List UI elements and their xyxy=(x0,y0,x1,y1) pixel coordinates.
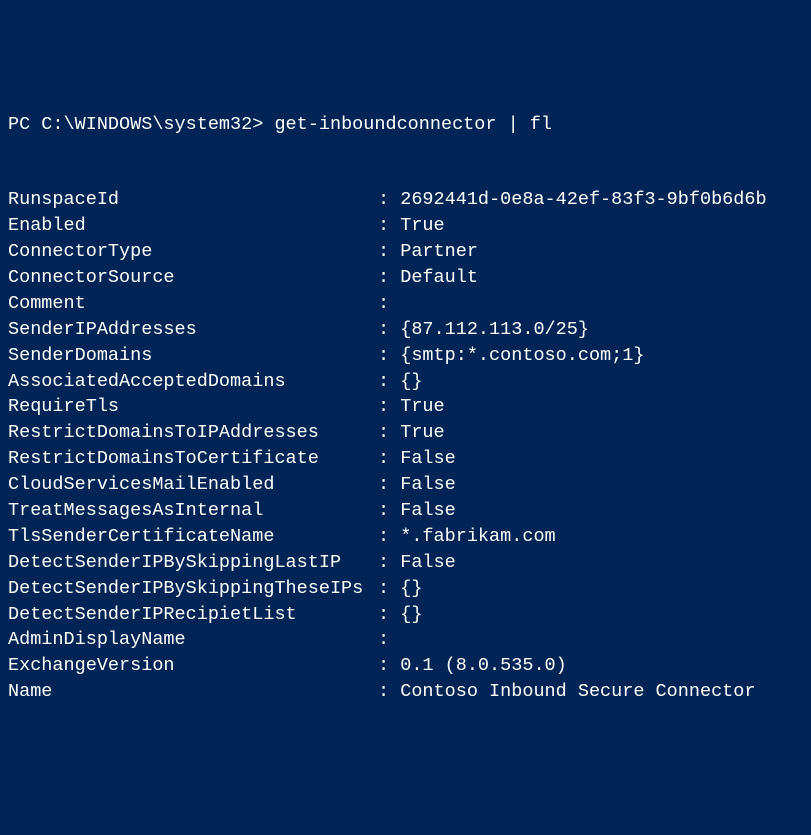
separator: : xyxy=(378,627,400,653)
separator: : xyxy=(378,679,400,705)
property-name: Enabled xyxy=(8,213,378,239)
output-line: DetectSenderIPBySkippingLastIP: False xyxy=(8,550,803,576)
output-line: TlsSenderCertificateName: *.fabrikam.com xyxy=(8,524,803,550)
output-line: ConnectorType: Partner xyxy=(8,239,803,265)
property-name: RestrictDomainsToIPAddresses xyxy=(8,420,378,446)
separator: : xyxy=(378,265,400,291)
property-value: Partner xyxy=(400,239,478,265)
property-value: {smtp:*.contoso.com;1} xyxy=(400,343,644,369)
output-line: SenderDomains: {smtp:*.contoso.com;1} xyxy=(8,343,803,369)
property-name: CloudServicesMailEnabled xyxy=(8,472,378,498)
property-value: Contoso Inbound Secure Connector xyxy=(400,679,755,705)
output-line: RestrictDomainsToCertificate: False xyxy=(8,446,803,472)
separator: : xyxy=(378,498,400,524)
property-name: DetectSenderIPBySkippingTheseIPs xyxy=(8,576,378,602)
property-value: True xyxy=(400,420,444,446)
property-value: 2692441d-0e8a-42ef-83f3-9bf0b6d6b xyxy=(400,187,766,213)
output-line: Enabled: True xyxy=(8,213,803,239)
output-line: DetectSenderIPRecipietList: {} xyxy=(8,602,803,628)
separator: : xyxy=(378,602,400,628)
property-value: *.fabrikam.com xyxy=(400,524,555,550)
output-line: RequireTls: True xyxy=(8,394,803,420)
output-line: CloudServicesMailEnabled: False xyxy=(8,472,803,498)
separator: : xyxy=(378,550,400,576)
property-name: ConnectorSource xyxy=(8,265,378,291)
separator: : xyxy=(378,187,400,213)
property-name: SenderIPAddresses xyxy=(8,317,378,343)
property-name: TlsSenderCertificateName xyxy=(8,524,378,550)
separator: : xyxy=(378,291,400,317)
separator: : xyxy=(378,472,400,498)
property-value: False xyxy=(400,498,456,524)
separator: : xyxy=(378,653,400,679)
property-name: Comment xyxy=(8,291,378,317)
separator: : xyxy=(378,369,400,395)
property-name: TreatMessagesAsInternal xyxy=(8,498,378,524)
output-line: RunspaceId: 2692441d-0e8a-42ef-83f3-9bf0… xyxy=(8,187,803,213)
prompt-line: PC C:\WINDOWS\system32> get-inboundconne… xyxy=(8,112,803,138)
property-value: {} xyxy=(400,602,422,628)
property-name: Name xyxy=(8,679,378,705)
property-value: {87.112.113.0/25} xyxy=(400,317,589,343)
property-name: SenderDomains xyxy=(8,343,378,369)
output-block: RunspaceId: 2692441d-0e8a-42ef-83f3-9bf0… xyxy=(8,187,803,705)
separator: : xyxy=(378,317,400,343)
property-name: RequireTls xyxy=(8,394,378,420)
property-value: True xyxy=(400,213,444,239)
property-value: False xyxy=(400,446,456,472)
property-name: RestrictDomainsToCertificate xyxy=(8,446,378,472)
output-line: ConnectorSource: Default xyxy=(8,265,803,291)
property-value: {} xyxy=(400,369,422,395)
property-name: RunspaceId xyxy=(8,187,378,213)
separator: : xyxy=(378,420,400,446)
property-value: {} xyxy=(400,576,422,602)
separator: : xyxy=(378,239,400,265)
output-line: TreatMessagesAsInternal: False xyxy=(8,498,803,524)
property-name: AssociatedAcceptedDomains xyxy=(8,369,378,395)
separator: : xyxy=(378,213,400,239)
property-name: AdminDisplayName xyxy=(8,627,378,653)
output-line: RestrictDomainsToIPAddresses: True xyxy=(8,420,803,446)
output-line: AdminDisplayName: xyxy=(8,627,803,653)
property-value: Default xyxy=(400,265,478,291)
output-line: Name: Contoso Inbound Secure Connector xyxy=(8,679,803,705)
output-line: Comment: xyxy=(8,291,803,317)
property-value: False xyxy=(400,550,456,576)
separator: : xyxy=(378,394,400,420)
output-line: DetectSenderIPBySkippingTheseIPs: {} xyxy=(8,576,803,602)
output-line: ExchangeVersion: 0.1 (8.0.535.0) xyxy=(8,653,803,679)
property-value: 0.1 (8.0.535.0) xyxy=(400,653,567,679)
separator: : xyxy=(378,343,400,369)
property-name: ExchangeVersion xyxy=(8,653,378,679)
separator: : xyxy=(378,576,400,602)
property-name: DetectSenderIPRecipietList xyxy=(8,602,378,628)
prompt-prefix: PC C:\WINDOWS\system32> xyxy=(8,114,263,135)
output-line: SenderIPAddresses: {87.112.113.0/25} xyxy=(8,317,803,343)
separator: : xyxy=(378,524,400,550)
property-value: False xyxy=(400,472,456,498)
separator: : xyxy=(378,446,400,472)
prompt-command: get-inboundconnector | fl xyxy=(274,114,552,135)
property-name: DetectSenderIPBySkippingLastIP xyxy=(8,550,378,576)
property-value: True xyxy=(400,394,444,420)
property-name: ConnectorType xyxy=(8,239,378,265)
output-line: AssociatedAcceptedDomains: {} xyxy=(8,369,803,395)
